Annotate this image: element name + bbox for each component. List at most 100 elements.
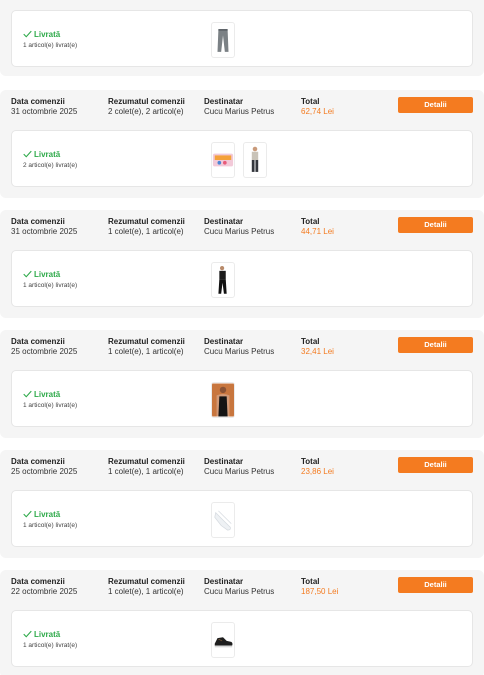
order-box: Data comenzii 31 octombrie 2025 Rezumatul…: [0, 90, 484, 198]
order-date-label: Data comenzii: [11, 337, 65, 346]
total-label: Total: [301, 97, 320, 106]
order-total: Total 187,50 Lei: [301, 577, 338, 597]
order-date-value: 22 octombrie 2025: [11, 587, 78, 596]
recipient-label: Destinatar: [204, 97, 244, 106]
order-total: Total 23,86 Lei: [301, 457, 334, 477]
order-date-label: Data comenzii: [11, 217, 65, 226]
order-box: Livrată 1 articol(e) livrat(e): [0, 0, 484, 76]
checkmark-icon: [23, 630, 32, 638]
jeans-icon: [217, 29, 229, 52]
details-button[interactable]: Detalii: [398, 457, 473, 473]
order-header: Data comenzii 22 octombrie 2025 Rezumatul…: [0, 570, 484, 606]
delivered-status: Livrată: [23, 390, 60, 400]
shipment-card: Livrată 1 articol(e) livrat(e): [11, 610, 473, 667]
items-delivered-count: 1 articol(e) livrat(e): [23, 282, 78, 289]
man-outfit-icon: [251, 146, 259, 172]
delivered-status: Livrată: [23, 30, 60, 40]
order-recipient: Destinatar Cucu Marius Petrus: [204, 457, 274, 477]
shipment-card: Livrată 1 articol(e) livrat(e): [11, 10, 473, 67]
order-summary-label: Rezumatul comenzii: [108, 97, 185, 106]
recipient-value: Cucu Marius Petrus: [204, 227, 275, 236]
order-summary: Rezumatul comenzii 1 colet(e), 1 articol(…: [108, 457, 185, 477]
recipient-label: Destinatar: [204, 457, 244, 466]
order-summary-value: 1 colet(e), 1 articol(e): [108, 347, 184, 356]
items-delivered-count: 1 articol(e) livrat(e): [23, 522, 78, 529]
recipient-value: Cucu Marius Petrus: [204, 107, 275, 116]
status-label: Livrată: [34, 270, 61, 279]
order-date-value: 31 octombrie 2025: [11, 107, 78, 116]
recipient-label: Destinatar: [204, 577, 244, 586]
white-socks-icon: [214, 510, 232, 531]
order-summary-value: 1 colet(e), 1 articol(e): [108, 227, 184, 236]
status-label: Livrată: [34, 30, 61, 39]
order-total: Total 62,74 Lei: [301, 97, 334, 117]
status-label: Livrată: [34, 510, 61, 519]
checkmark-icon: [23, 390, 32, 398]
order-box: Data comenzii 31 octombrie 2025 Rezumatul…: [0, 210, 484, 318]
product-thumbnail[interactable]: [211, 502, 235, 538]
items-delivered-count: 2 articol(e) livrat(e): [23, 162, 78, 169]
order-total: Total 32,41 Lei: [301, 337, 334, 357]
order-header: Data comenzii 31 octombrie 2025 Rezumatul…: [0, 90, 484, 126]
total-label: Total: [301, 577, 320, 586]
order-date: Data comenzii 25 octombrie 2025: [11, 337, 77, 357]
black-pants-icon: [218, 265, 227, 294]
order-date: Data comenzii 31 octombrie 2025: [11, 97, 77, 117]
details-button[interactable]: Detalii: [398, 337, 473, 353]
order-total: Total 44,71 Lei: [301, 217, 334, 237]
total-value: 187,50 Lei: [301, 587, 339, 596]
recipient-value: Cucu Marius Petrus: [204, 347, 275, 356]
product-thumbnail[interactable]: [211, 622, 235, 658]
items-delivered-count: 1 articol(e) livrat(e): [23, 642, 78, 649]
order-date: Data comenzii 25 octombrie 2025: [11, 457, 77, 477]
product-thumbnail[interactable]: [211, 262, 235, 298]
checkmark-icon: [23, 510, 32, 518]
order-summary-label: Rezumatul comenzii: [108, 217, 185, 226]
order-summary: Rezumatul comenzii 1 colet(e), 1 articol(…: [108, 577, 185, 597]
product-thumbnail[interactable]: [211, 382, 235, 418]
total-value: 32,41 Lei: [301, 347, 334, 356]
recipient-value: Cucu Marius Petrus: [204, 587, 275, 596]
order-summary: Rezumatul comenzii 1 colet(e), 1 articol(…: [108, 337, 185, 357]
shipment-card: Livrată 1 articol(e) livrat(e): [11, 250, 473, 307]
total-label: Total: [301, 337, 320, 346]
order-summary-label: Rezumatul comenzii: [108, 577, 185, 586]
order-date: Data comenzii 22 octombrie 2025: [11, 577, 77, 597]
status-label: Livrată: [34, 630, 61, 639]
order-box: Data comenzii 25 octombrie 2025 Rezumatul…: [0, 330, 484, 438]
items-delivered-count: 1 articol(e) livrat(e): [23, 402, 78, 409]
order-date-value: 25 octombrie 2025: [11, 347, 78, 356]
items-delivered-count: 1 articol(e) livrat(e): [23, 42, 78, 49]
delivered-status: Livrată: [23, 510, 60, 520]
order-date-label: Data comenzii: [11, 457, 65, 466]
total-value: 23,86 Lei: [301, 467, 334, 476]
order-recipient: Destinatar Cucu Marius Petrus: [204, 577, 274, 597]
details-button[interactable]: Detalii: [398, 577, 473, 593]
order-date-label: Data comenzii: [11, 97, 65, 106]
order-summary: Rezumatul comenzii 1 colet(e), 1 articol(…: [108, 217, 185, 237]
details-button[interactable]: Detalii: [398, 217, 473, 233]
delivered-status: Livrată: [23, 150, 60, 160]
total-value: 62,74 Lei: [301, 107, 334, 116]
order-date-value: 25 octombrie 2025: [11, 467, 78, 476]
shipment-card: Livrată 2 articol(e) livrat(e): [11, 130, 473, 187]
order-summary-label: Rezumatul comenzii: [108, 457, 185, 466]
order-summary: Rezumatul comenzii 2 colet(e), 2 articol(…: [108, 97, 185, 117]
recipient-label: Destinatar: [204, 217, 244, 226]
product-thumbnail[interactable]: [243, 142, 267, 178]
product-thumbnail[interactable]: [211, 22, 235, 58]
tank-top-icon: [212, 383, 234, 417]
shipment-card: Livrată 1 articol(e) livrat(e): [11, 370, 473, 427]
total-value: 44,71 Lei: [301, 227, 334, 236]
delivered-status: Livrată: [23, 270, 60, 280]
order-summary-value: 1 colet(e), 1 articol(e): [108, 587, 184, 596]
total-label: Total: [301, 457, 320, 466]
order-date-label: Data comenzii: [11, 577, 65, 586]
checkmark-icon: [23, 150, 32, 158]
order-header: Data comenzii 25 octombrie 2025 Rezumatul…: [0, 450, 484, 486]
product-thumbnail[interactable]: [211, 142, 235, 178]
order-recipient: Destinatar Cucu Marius Petrus: [204, 217, 274, 237]
details-button[interactable]: Detalii: [398, 97, 473, 113]
shipment-card: Livrată 1 articol(e) livrat(e): [11, 490, 473, 547]
status-label: Livrată: [34, 390, 61, 399]
